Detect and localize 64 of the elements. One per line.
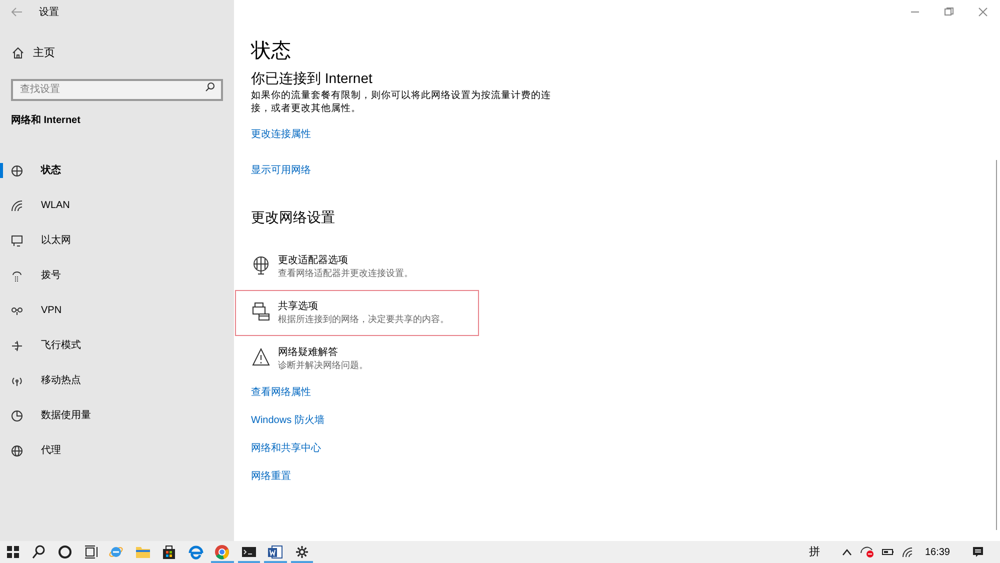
search-icon[interactable] — [205, 82, 215, 92]
nav-item[interactable]: 以太网 — [0, 223, 234, 258]
home-icon — [12, 47, 24, 59]
section-heading: 网络和 Internet — [10, 114, 82, 128]
wifi-icon[interactable] — [902, 546, 913, 558]
option-description: 诊断并解决网络问题。 — [278, 359, 368, 372]
shopping-bag-icon[interactable] — [161, 544, 178, 560]
nav-item[interactable]: 移动热点 — [0, 363, 234, 398]
restore-icon[interactable] — [944, 7, 954, 17]
word-document-icon[interactable] — [267, 544, 284, 560]
search-icon[interactable] — [31, 544, 47, 560]
nav-item[interactable]: 飞行模式 — [0, 328, 234, 363]
battery-icon[interactable] — [882, 548, 894, 556]
close-icon[interactable] — [978, 7, 988, 17]
input-method-indicator[interactable]: 拼 — [808, 544, 820, 560]
selection-indicator — [0, 163, 3, 178]
printer-folder-icon — [252, 302, 270, 321]
home-link[interactable]: 主页 — [0, 41, 55, 65]
nav-item[interactable]: VPN — [0, 293, 234, 328]
vpn-icon — [11, 304, 23, 316]
task-view-icon[interactable] — [82, 544, 98, 560]
folder-icon[interactable] — [134, 544, 151, 560]
nav-item[interactable]: 数据使用量 — [0, 398, 234, 433]
status-heading: 你已连接到 Internet — [251, 69, 372, 88]
page-title: 状态 — [251, 39, 291, 64]
notification-icon[interactable] — [972, 546, 984, 558]
circle-icon[interactable] — [56, 544, 73, 560]
nav-item[interactable]: 代理 — [0, 433, 234, 468]
settings-option[interactable]: 网络疑难解答 诊断并解决网络问题。 — [235, 336, 479, 382]
link[interactable]: 查看网络属性 — [251, 386, 311, 399]
link[interactable]: 网络和共享中心 — [251, 442, 321, 455]
monitor-icon — [11, 234, 23, 246]
network-error-icon[interactable] — [860, 546, 874, 558]
nav-item[interactable]: WLAN — [0, 188, 234, 223]
option-description: 根据所连接到的网络，决定要共享的内容。 — [278, 313, 449, 326]
edge-browser-icon[interactable] — [188, 544, 204, 560]
globe-icon — [11, 444, 23, 456]
link[interactable]: 更改连接属性 — [251, 128, 311, 141]
scrollbar[interactable] — [996, 160, 997, 530]
link[interactable]: Windows 防火墙 — [251, 414, 324, 427]
option-title: 网络疑难解答 — [278, 346, 339, 359]
search-field[interactable]: 查找设置 — [11, 78, 223, 100]
settings-icon[interactable] — [294, 544, 310, 560]
window-title: 设置 — [39, 6, 59, 20]
chevron-up-icon[interactable] — [842, 548, 852, 556]
nav-item[interactable]: 拨号 — [0, 258, 234, 293]
warning-icon — [252, 348, 270, 367]
settings-option[interactable]: 共享选项 根据所连接到的网络，决定要共享的内容。 — [235, 290, 479, 336]
terminal-icon[interactable] — [240, 544, 257, 560]
section-heading: 更改网络设置 — [251, 208, 335, 227]
windows-icon[interactable] — [5, 544, 22, 560]
settings-option[interactable]: 更改适配器选项 查看网络适配器并更改连接设置。 — [235, 244, 479, 290]
chrome-browser-icon[interactable] — [214, 544, 230, 560]
link[interactable]: 网络重置 — [251, 470, 291, 483]
wifi-icon — [11, 200, 23, 212]
description-text: 如果你的流量套餐有限制，则你可以将此网络设置为按流量计费的连接，或者更改其他属性。 — [251, 89, 551, 115]
ie-browser-icon[interactable] — [108, 544, 124, 560]
option-description: 查看网络适配器并更改连接设置。 — [278, 267, 413, 280]
clock[interactable]: 16:39 — [924, 544, 950, 560]
option-title: 共享选项 — [278, 300, 319, 313]
link[interactable]: 显示可用网络 — [251, 164, 311, 177]
pie-chart-icon — [11, 410, 23, 422]
option-title: 更改适配器选项 — [278, 254, 349, 267]
hotspot-icon — [11, 374, 23, 386]
